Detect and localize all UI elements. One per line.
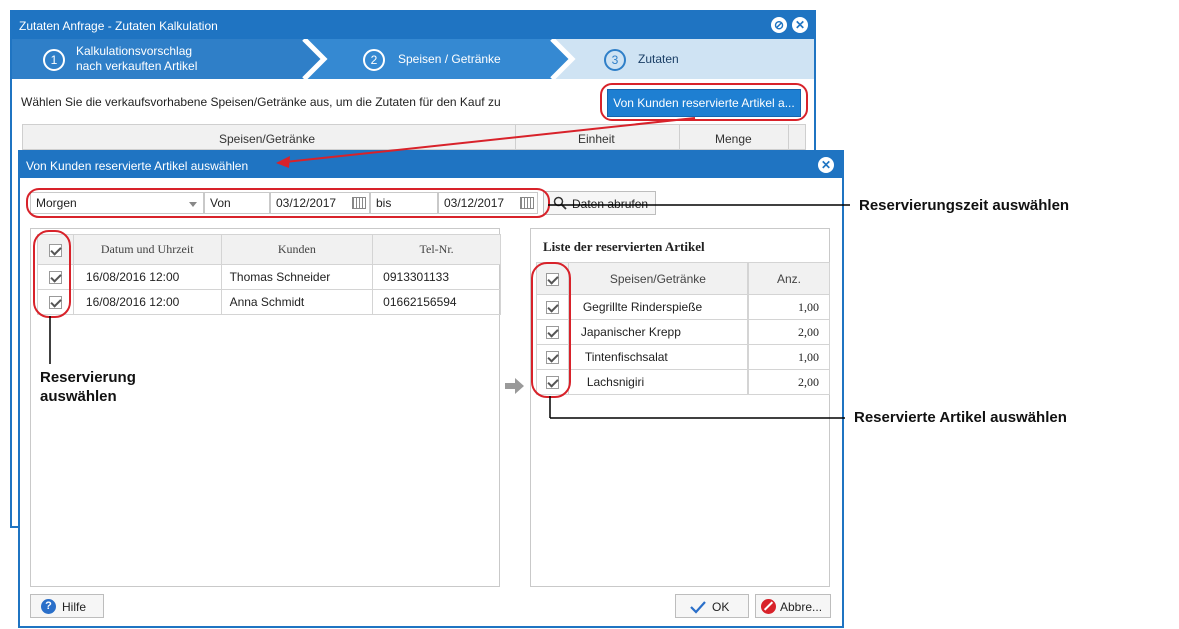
step-2[interactable]: 2 Speisen / Getränke xyxy=(322,39,562,79)
cancel-label: Abbre... xyxy=(780,600,823,614)
column-divider xyxy=(788,125,789,149)
help-icon: ? xyxy=(41,599,56,614)
annotation-items: Reservierte Artikel auswählen xyxy=(854,409,1067,426)
restore-icon[interactable]: ⊘ xyxy=(771,17,787,33)
column-header-qty: Anz. xyxy=(748,262,830,295)
dialog-titlebar: Von Kunden reservierte Artikel auswählen… xyxy=(20,152,842,178)
highlight-reserved-button xyxy=(600,83,808,121)
reservation-customer: Anna Schmidt xyxy=(220,289,374,315)
table-row: 1,00 xyxy=(748,294,830,320)
items-header-row: Anz. xyxy=(748,262,830,295)
table-row: 2,00 xyxy=(748,369,830,395)
help-label: Hilfe xyxy=(62,600,87,614)
fetch-data-button[interactable]: Daten abrufen xyxy=(543,191,656,215)
reserved-items-dialog: Von Kunden reservierte Artikel auswählen… xyxy=(18,150,844,628)
column-divider xyxy=(679,125,680,149)
column-header-datetime: Datum und Uhrzeit xyxy=(72,234,222,265)
reservations-panel: Datum und Uhrzeit Kunden Tel-Nr. 16/08/2… xyxy=(30,228,501,587)
cancel-button[interactable]: Abbre... xyxy=(755,594,831,618)
reservations-header-row: Datum und Uhrzeit Kunden Tel-Nr. xyxy=(37,234,501,265)
step-2-label: Speisen / Getränke xyxy=(398,52,501,66)
column-header-unit: Einheit xyxy=(578,132,615,146)
cancel-icon xyxy=(761,599,776,614)
item-qty: 1,00 xyxy=(748,344,830,370)
reservation-datetime: 16/08/2016 12:00 xyxy=(72,264,222,290)
items-panel: Liste der reservierten Artikel Speisen/G… xyxy=(530,228,830,587)
step-3-number: 3 xyxy=(604,49,626,71)
back-window-title: Zutaten Anfrage - Zutaten Kalkulation xyxy=(19,19,218,33)
item-qty: 2,00 xyxy=(748,369,830,395)
item-name: Lachsnigiri xyxy=(567,369,749,395)
highlight-item-checkboxes xyxy=(531,262,571,398)
annotation-reservation-line1: Reservierung xyxy=(40,369,136,386)
back-grid-header: Speisen/Getränke Einheit Menge xyxy=(22,124,806,150)
item-name: Japanischer Krepp xyxy=(567,319,749,345)
step-1-label-line1: Kalkulationsvorschlag xyxy=(76,44,193,58)
column-header-dish: Speisen/Getränke xyxy=(219,132,316,146)
wizard-steps: 1 Kalkulationsvorschlag nach verkauften … xyxy=(12,39,814,79)
close-icon[interactable]: ✕ xyxy=(818,157,834,173)
dialog-title: Von Kunden reservierte Artikel auswählen xyxy=(26,159,249,173)
table-row[interactable]: 16/08/2016 12:00 Anna Schmidt 0166215659… xyxy=(37,289,501,315)
reservation-phone: 0913301133 xyxy=(372,264,501,290)
annotation-time: Reservierungszeit auswählen xyxy=(859,197,1070,214)
column-header-customer: Kunden xyxy=(220,234,374,265)
arrow-right-icon xyxy=(505,378,524,394)
highlight-reservation-checkboxes xyxy=(33,230,71,318)
step-1-label-line2: nach verkauften Artikel xyxy=(76,59,198,73)
step-3-label: Zutaten xyxy=(638,52,679,66)
reservation-phone: 01662156594 xyxy=(372,289,501,315)
step-2-number: 2 xyxy=(363,49,385,71)
item-name: Gegrillte Rinderspieße xyxy=(567,294,749,320)
checkmark-icon xyxy=(690,601,706,614)
close-icon[interactable]: ✕ xyxy=(792,17,808,33)
fetch-data-label: Daten abrufen xyxy=(572,197,649,211)
column-header-dish: Speisen/Getränke xyxy=(567,262,749,295)
reservation-customer: Thomas Schneider xyxy=(220,264,374,290)
table-row: 1,00 xyxy=(748,344,830,370)
step-1[interactable]: 1 Kalkulationsvorschlag nach verkauften … xyxy=(12,39,312,79)
ok-button[interactable]: OK xyxy=(675,594,749,618)
instruction-text: Wählen Sie die verkaufsvorhabene Speisen… xyxy=(21,95,501,109)
ok-label: OK xyxy=(712,600,730,614)
item-name: Tintenfischsalat xyxy=(567,344,749,370)
column-divider xyxy=(515,125,516,149)
column-header-phone: Tel-Nr. xyxy=(372,234,501,265)
table-row[interactable]: 16/08/2016 12:00 Thomas Schneider 091330… xyxy=(37,264,501,290)
items-list-title: Liste der reservierten Artikel xyxy=(543,239,705,254)
reservations-table: Datum und Uhrzeit Kunden Tel-Nr. 16/08/2… xyxy=(37,234,501,315)
column-header-quantity: Menge xyxy=(715,132,752,146)
annotation-reservation-line2: auswählen xyxy=(40,388,117,405)
items-qty-table: Anz. 1,00 2,00 1,00 2,00 xyxy=(748,262,830,395)
search-icon xyxy=(553,196,567,210)
reservation-datetime: 16/08/2016 12:00 xyxy=(72,289,222,315)
help-button[interactable]: ? Hilfe xyxy=(30,594,104,618)
back-titlebar: Zutaten Anfrage - Zutaten Kalkulation ⊘ … xyxy=(12,12,814,39)
step-1-number: 1 xyxy=(43,49,65,71)
step-3[interactable]: 3 Zutaten xyxy=(572,39,814,79)
table-row: 2,00 xyxy=(748,319,830,345)
highlight-time-filter xyxy=(26,188,550,218)
item-qty: 2,00 xyxy=(748,319,830,345)
item-qty: 1,00 xyxy=(748,294,830,320)
